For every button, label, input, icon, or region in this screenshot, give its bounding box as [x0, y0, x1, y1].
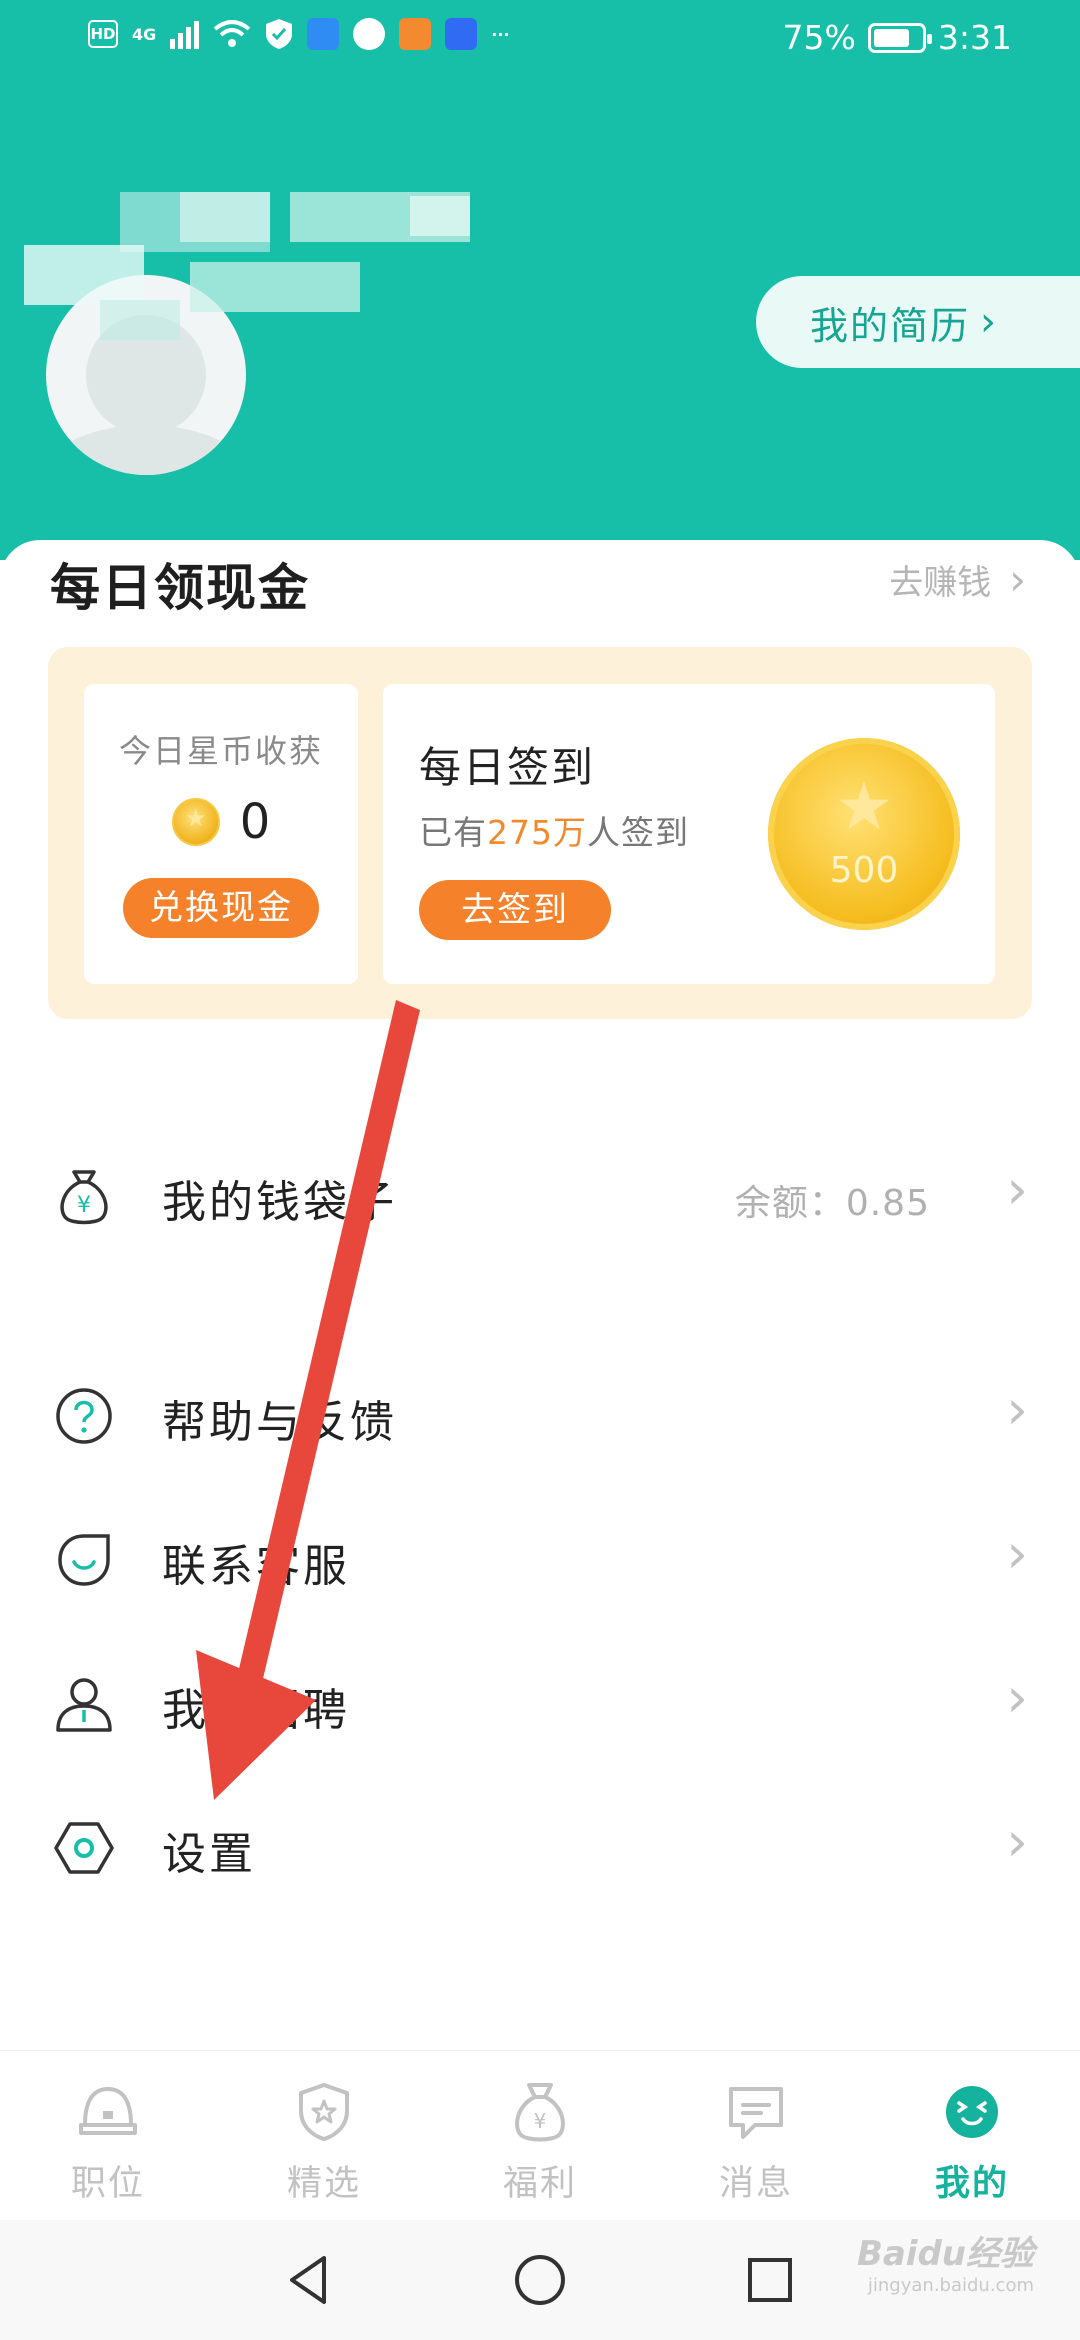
my-resume-button[interactable]: 我的简历 › [756, 276, 1080, 368]
home-icon[interactable] [510, 2250, 570, 2310]
clock: 3:31 [937, 18, 1012, 57]
chevron-right-icon: › [980, 299, 999, 345]
wallet-label: 我的钱袋子 [162, 1177, 397, 1228]
more-notifications: ··· [491, 24, 510, 44]
question-icon [56, 1388, 112, 1444]
today-coins-card: 今日星币收获 0 兑换现金 [84, 684, 358, 984]
chevron-right-icon: › [1006, 1378, 1028, 1441]
video-app-icon [399, 18, 432, 50]
wifi-icon [213, 20, 251, 47]
money-bag-icon: ¥ [515, 2083, 565, 2142]
checkin-title: 每日签到 [419, 743, 596, 792]
star-shield-icon [299, 2083, 349, 2141]
service-label: 联系客服 [162, 1541, 350, 1592]
my-resume-label: 我的简历 [810, 303, 971, 348]
daily-checkin-card: 每日签到 已有275万人签到 去签到 ★ 500 [383, 684, 995, 984]
today-coins-value: 0 [239, 794, 271, 850]
menu-item-settings[interactable]: 设置 › [0, 1788, 1080, 1908]
settings-label: 设置 [162, 1829, 256, 1880]
menu-item-service[interactable]: 联系客服 › [0, 1500, 1080, 1620]
go-earn-link[interactable]: 去赚钱 › [889, 555, 1026, 604]
hd-icon: HD [88, 20, 118, 48]
star-coin-icon [171, 798, 220, 846]
bottom-tab-bar: 职位 精选 ¥ 福利 消息 我的 [0, 2050, 1080, 2220]
status-bar: HD 4G ··· 75% 3:31 [0, 0, 1080, 80]
battery-percent: 75% [782, 18, 856, 57]
daily-cash-title: 每日领现金 [50, 559, 310, 617]
help-label: 帮助与反馈 [162, 1397, 397, 1448]
svg-text:¥: ¥ [534, 2109, 547, 2133]
battery-icon [867, 22, 932, 53]
chevron-right-icon: › [1009, 555, 1026, 604]
smiley-icon [946, 2086, 998, 2138]
tab-benefits[interactable]: ¥ 福利 [432, 2051, 648, 2220]
go-earn-label: 去赚钱 [889, 563, 992, 603]
hexagon-gear-icon [54, 1822, 114, 1874]
tab-messages[interactable]: 消息 [648, 2051, 864, 2220]
menu-item-recruit[interactable]: 我要招聘 › [0, 1644, 1080, 1764]
chat-app-icon [353, 18, 386, 50]
tab-label: 职位 [70, 2164, 145, 2204]
message-icon [729, 2087, 783, 2139]
exchange-cash-button[interactable]: 兑换现金 [123, 878, 319, 938]
bulb-app-icon [445, 18, 478, 50]
tab-label: 我的 [934, 2164, 1009, 2204]
checkin-subtitle: 已有275万人签到 [419, 813, 689, 852]
chevron-right-icon: › [1006, 1522, 1028, 1585]
coin-value: 500 [829, 850, 899, 891]
chat-smile-icon [58, 1534, 110, 1586]
today-coins-label: 今日星币收获 [118, 732, 323, 770]
tab-jobs[interactable]: 职位 [0, 2051, 216, 2220]
gold-coin-icon: ★ 500 [768, 738, 960, 930]
tab-featured[interactable]: 精选 [216, 2051, 432, 2220]
wallet-balance: 余额：0.85 [734, 1183, 930, 1224]
tab-label: 消息 [718, 2164, 793, 2204]
checkin-button[interactable]: 去签到 [419, 880, 611, 940]
back-icon[interactable] [280, 2250, 340, 2310]
recents-icon[interactable] [740, 2250, 800, 2310]
svg-text:¥: ¥ [77, 1193, 91, 1218]
money-bag-icon: ¥ [60, 1170, 108, 1225]
tab-label: 精选 [286, 2164, 361, 2204]
shield-icon [266, 19, 293, 49]
search-app-icon [307, 18, 340, 50]
signal-icon [170, 19, 200, 49]
network-type: 4G [132, 24, 157, 44]
menu-item-wallet[interactable]: ¥ 我的钱袋子 余额：0.85 › [0, 1136, 1080, 1256]
menu-item-help[interactable]: 帮助与反馈 › [0, 1356, 1080, 1476]
recruit-label: 我要招聘 [162, 1685, 350, 1736]
tab-label: 福利 [502, 2164, 577, 2204]
chevron-right-icon: › [1006, 1158, 1028, 1221]
job-icon [79, 2087, 137, 2135]
tab-mine[interactable]: 我的 [864, 2051, 1080, 2220]
baidu-watermark: Baidu经验 jingyan.baidu.com [856, 2234, 1034, 2296]
checkin-count: 275万 [487, 813, 587, 852]
chevron-right-icon: › [1006, 1810, 1028, 1873]
person-icon [56, 1678, 112, 1732]
chevron-right-icon: › [1006, 1666, 1028, 1729]
